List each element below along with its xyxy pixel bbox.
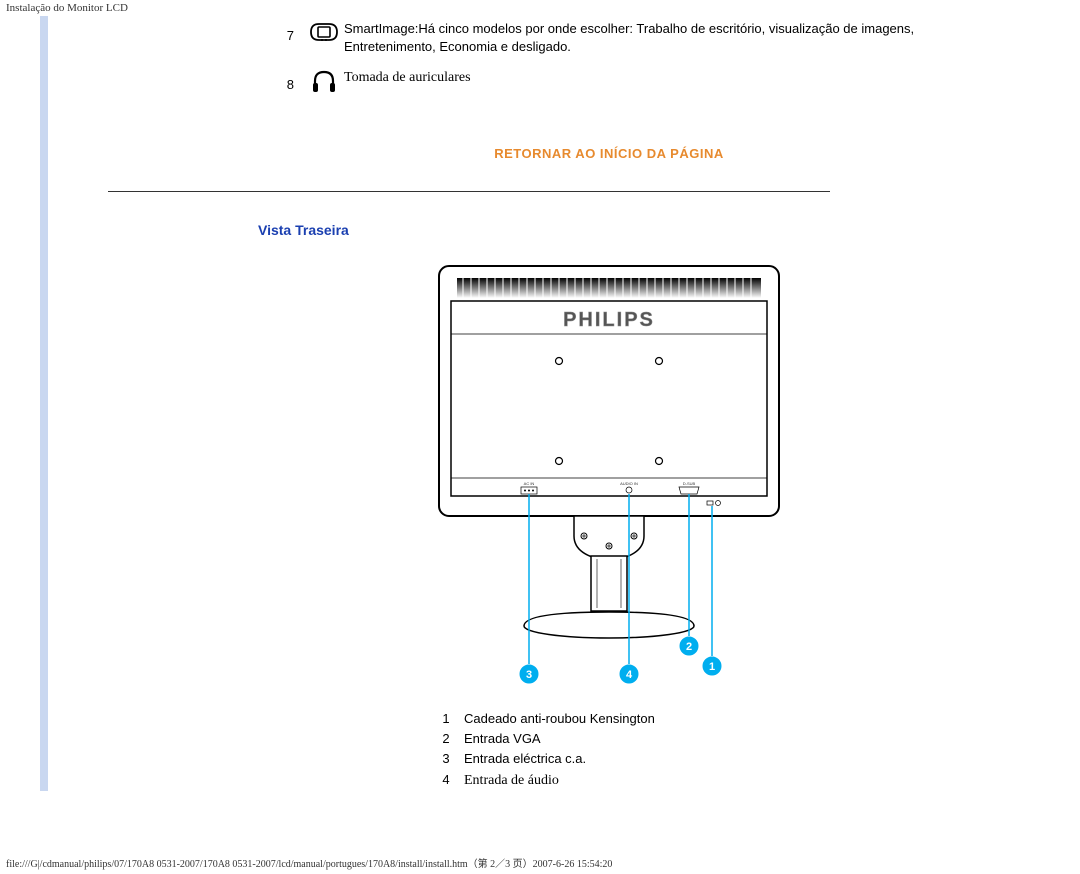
legend-row: 2 Entrada VGA <box>428 729 960 749</box>
page-body: 7 SmartImage:Há cinco modelos por onde e… <box>0 16 1080 851</box>
feature-row-8: 8 Tomada de auriculares <box>258 65 960 96</box>
brand-text: PHILIPS <box>563 309 655 331</box>
legend-num: 1 <box>428 709 464 729</box>
monitor-rear-diagram: PHILIPS AC IN AUDIO IN D-SUB <box>258 256 960 689</box>
page-footer: file:///G|/cdmanual/philips/07/170A8 053… <box>0 851 1080 874</box>
legend-row: 3 Entrada eléctrica c.a. <box>428 749 960 769</box>
legend-num: 3 <box>428 749 464 769</box>
legend-num: 2 <box>428 729 464 749</box>
legend-row: 4 Entrada de áudio <box>428 770 960 792</box>
return-to-top-link[interactable]: RETORNAR AO INÍCIO DA PÁGINA <box>258 146 960 161</box>
page-header: Instalação do Monitor LCD <box>0 0 1080 16</box>
rear-legend: 1 Cadeado anti-roubou Kensington 2 Entra… <box>428 709 960 791</box>
main-content: 7 SmartImage:Há cinco modelos por onde e… <box>258 16 1040 161</box>
headphones-icon <box>304 65 344 96</box>
row-description: SmartImage:Há cinco modelos por onde esc… <box>344 16 960 55</box>
callout-4: 4 <box>626 669 633 681</box>
legend-num: 4 <box>428 770 464 792</box>
section-heading: Vista Traseira <box>258 222 960 238</box>
sidebar-accent <box>40 16 48 791</box>
row-number: 8 <box>258 65 304 92</box>
legend-text: Cadeado anti-roubou Kensington <box>464 709 960 729</box>
smartimage-icon <box>304 16 344 47</box>
rear-view-section: Vista Traseira <box>258 222 1040 791</box>
feature-row-7: 7 SmartImage:Há cinco modelos por onde e… <box>258 16 960 55</box>
row-description: Tomada de auriculares <box>344 65 960 88</box>
divider <box>108 191 830 192</box>
legend-row: 1 Cadeado anti-roubou Kensington <box>428 709 960 729</box>
audio-label: AUDIO IN <box>620 481 638 486</box>
callout-1: 1 <box>709 661 715 673</box>
callout-2: 2 <box>686 641 692 653</box>
dsub-label: D-SUB <box>683 481 696 486</box>
legend-text: Entrada de áudio <box>464 770 960 792</box>
callout-3: 3 <box>526 669 532 681</box>
row-number: 7 <box>258 16 304 43</box>
ac-label: AC IN <box>524 481 535 486</box>
legend-text: Entrada VGA <box>464 729 960 749</box>
legend-text: Entrada eléctrica c.a. <box>464 749 960 769</box>
